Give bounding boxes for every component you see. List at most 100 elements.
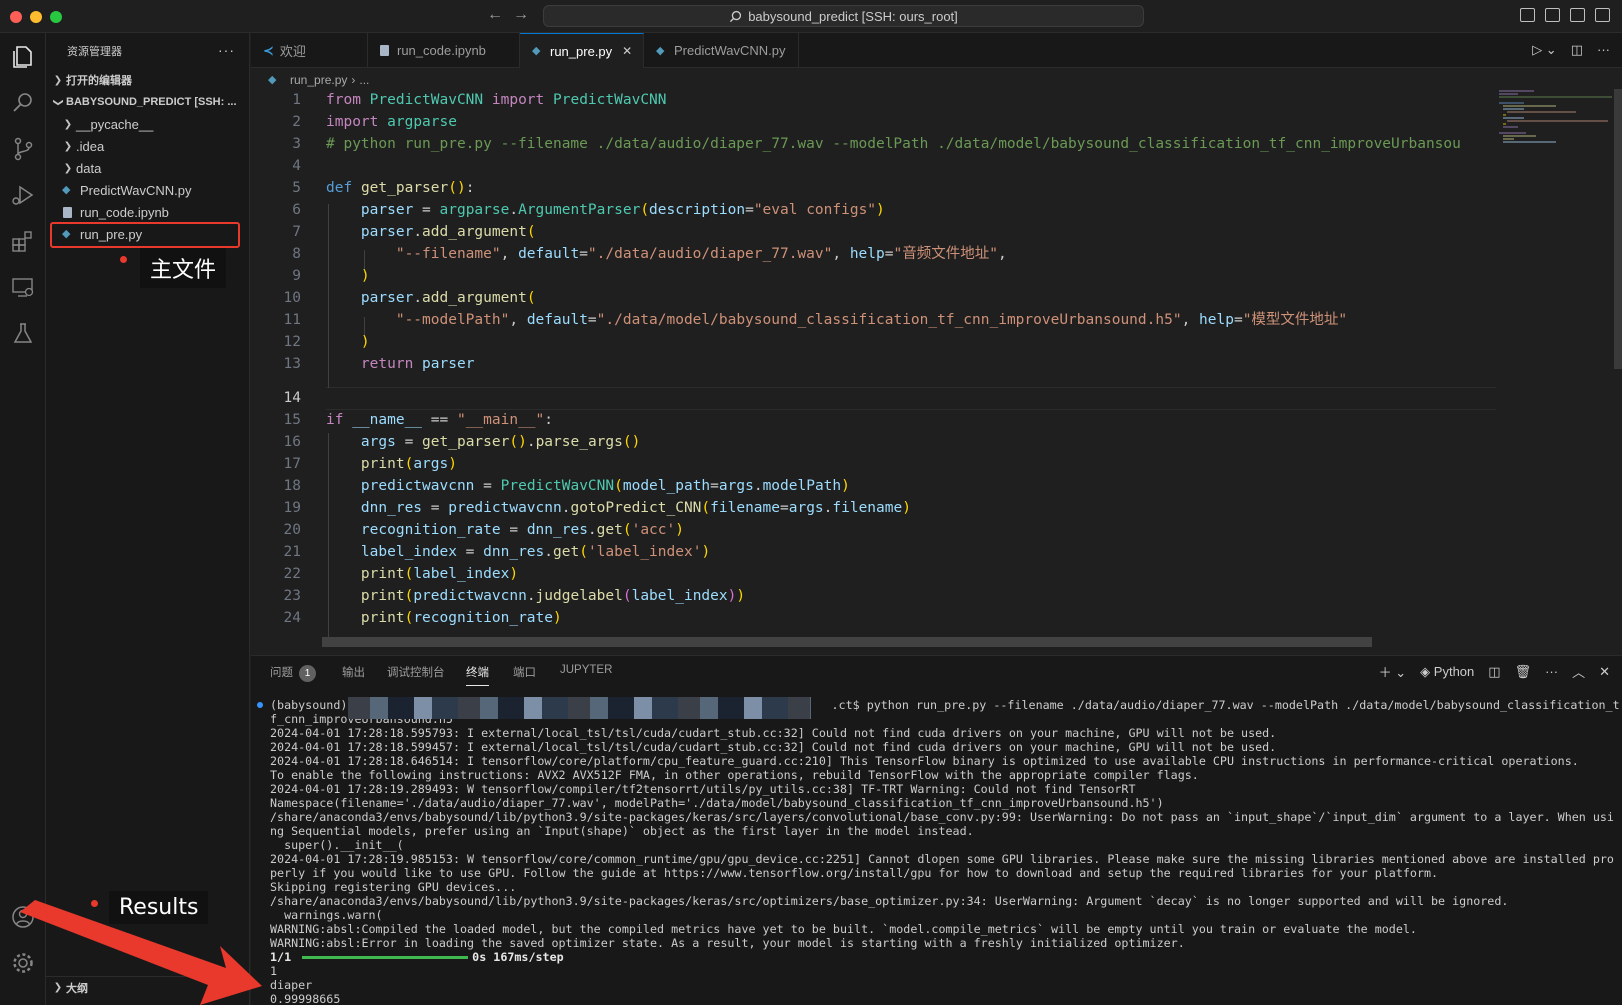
line-number: 23 [283,588,301,604]
trash-icon[interactable]: 🗑 [1515,664,1532,680]
chevron-right-icon: ❯ [63,162,73,174]
code-line-1: from PredictWavCNN import PredictWavCNN [326,92,667,108]
chevron-down-icon: ❯ [52,97,64,107]
tab-welcome[interactable]: ≺ 欢迎 [251,33,368,68]
code-line-15: if __name__ == "__main__": [326,412,554,428]
line-number: 2 [292,114,301,130]
maximize-panel-icon[interactable]: ︿ [1572,662,1585,681]
toggle-secondary-sidebar-icon[interactable] [1570,8,1585,22]
explorer-header: 资源管理器 ··· [46,33,249,69]
forward-arrow-icon[interactable]: → [513,6,529,24]
gear-icon[interactable] [9,949,37,977]
code-editor[interactable]: 1 from PredictWavCNN import PredictWavCNN… [251,89,1496,639]
result-line: 1 [270,964,278,978]
tree-item-predictwavcnn[interactable]: ◆ PredictWavCNN.py [46,179,249,201]
main-file-annotation: 主文件 [140,248,227,288]
tree-item-run-code[interactable]: run_code.ipynb [46,201,249,223]
terminal-output[interactable]: (babysound) (b .ct$ python run_pre.py --f… [270,698,1620,1005]
tab-predictwavcnn[interactable]: ◆ PredictWavCNN.py [644,33,799,68]
workspace-section[interactable]: ❯ BABYSOUND_PREDICT [SSH: ... [46,91,249,113]
line-number: 5 [292,180,301,196]
tree-item-data[interactable]: ❯ data [46,157,249,179]
back-arrow-icon[interactable]: ← [487,6,503,24]
terminal-line: warnings.warn( [270,908,383,922]
problems-count-badge: 1 [299,665,316,682]
breadcrumb-symbol[interactable]: ... [359,73,369,87]
search-icon[interactable] [9,89,37,117]
close-window-button[interactable] [10,11,22,23]
progress-line: 1/1 0s 167ms/step [270,950,564,964]
annotation-dot [120,256,127,263]
toggle-panel-icon[interactable] [1545,8,1560,22]
run-python-file-icon[interactable]: ▷ ⌄ [1532,42,1557,58]
terminal-shell-selector[interactable]: ◈ Python [1420,664,1474,680]
code-line-18: predictwavcnn = PredictWavCNN(model_path… [360,478,850,494]
explorer-icon[interactable] [9,43,37,71]
workspace-label: BABYSOUND_PREDICT [SSH: ... [66,96,237,108]
terminal-line: ng Sequential models, prefer using an `I… [270,824,974,838]
notebook-file-icon [380,45,389,56]
tab-run-code[interactable]: run_code.ipynb [368,33,520,68]
more-actions-icon[interactable]: ··· [1597,42,1610,58]
terminal-line: super().__init__( [270,838,404,852]
remote-explorer-icon[interactable] [9,273,37,301]
new-terminal-icon[interactable]: ＋ ⌄ [1379,662,1407,681]
minimap[interactable] [1496,89,1614,145]
tab-terminal[interactable]: 终端 [466,664,489,686]
source-control-icon[interactable] [9,135,37,163]
code-line-2: import argparse [326,114,457,130]
vertical-scrollbar[interactable] [1614,89,1622,369]
tab-label: run_code.ipynb [397,43,486,58]
tab-debug-console[interactable]: 调试控制台 [387,664,445,680]
extensions-icon[interactable] [9,227,37,255]
python-file-icon: ◆ [532,45,541,57]
tab-output[interactable]: 输出 [342,664,365,680]
result-line: 0.99998665 [270,992,341,1005]
command-center[interactable]: babysound_predict [SSH: ours_root] [543,5,1144,27]
command-status-dot [257,702,263,708]
horizontal-scrollbar[interactable] [322,637,1372,647]
terminal-line: 2024-04-01 17:28:18.595793: I external/l… [270,726,1277,740]
chevron-right-icon: ❯ [53,982,63,993]
tab-run-pre[interactable]: ◆ run_pre.py ✕ [520,33,644,68]
notebook-file-icon [63,206,72,218]
code-line-16: args = get_parser().parse_args() [360,434,641,450]
terminal-line: WARNING:absl:Compiled the loaded model, … [270,922,1417,936]
split-terminal-icon[interactable]: ◫ [1488,664,1500,680]
tree-item-pycache[interactable]: ❯ __pycache__ [46,113,249,135]
chevron-right-icon: › [351,73,356,87]
tab-ports[interactable]: 端口 [513,664,536,680]
line-number: 22 [283,566,301,582]
more-actions-icon[interactable]: ··· [218,42,235,58]
close-tab-icon[interactable]: ✕ [622,44,632,58]
close-panel-icon[interactable]: ✕ [1599,664,1610,680]
tab-label: PredictWavCNN.py [674,43,786,58]
result-line: diaper [270,978,313,992]
tab-jupyter[interactable]: JUPYTER [560,664,612,676]
chevron-right-icon: ❯ [63,140,73,152]
code-line-3: # python run_pre.py --filename ./data/au… [326,136,1461,152]
split-editor-icon[interactable]: ◫ [1571,42,1583,58]
tab-problems[interactable]: 问题 1 [270,664,316,682]
panel-actions: ＋ ⌄ ◈ Python ◫ 🗑 ··· ︿ ✕ [1379,662,1610,681]
code-line-7: parser.add_argument( [360,224,536,240]
main-file-highlight [50,222,240,248]
terminal-line: 2024-04-01 17:28:19.985153: W tensorflow… [270,852,1614,866]
maximize-window-button[interactable] [50,11,62,23]
customize-layout-icon[interactable] [1595,8,1610,22]
outline-section[interactable]: ❯ 大纲 [46,976,250,998]
testing-icon[interactable] [9,319,37,347]
tree-item-idea[interactable]: ❯ .idea [46,135,249,157]
code-line-23: print(predictwavcnn.judgelabel(label_ind… [360,588,746,604]
more-actions-icon[interactable]: ··· [1545,664,1558,679]
code-line-19: dnn_res = predictwavcnn.gotoPredict_CNN(… [360,500,911,516]
open-editors-section[interactable]: ❯ 打开的编辑器 [46,69,249,91]
run-debug-icon[interactable] [9,181,37,209]
tree-item-label: .idea [76,138,105,154]
minimize-window-button[interactable] [30,11,42,23]
breadcrumb-file[interactable]: run_pre.py [290,73,347,87]
terminal-line: 2024-04-01 17:28:18.599457: I external/l… [270,740,1277,754]
editor-tab-bar: ≺ 欢迎 run_code.ipynb ◆ run_pre.py ✕ ◆ Pre… [251,33,1622,68]
account-icon[interactable] [9,903,37,931]
toggle-primary-sidebar-icon[interactable] [1520,8,1535,22]
